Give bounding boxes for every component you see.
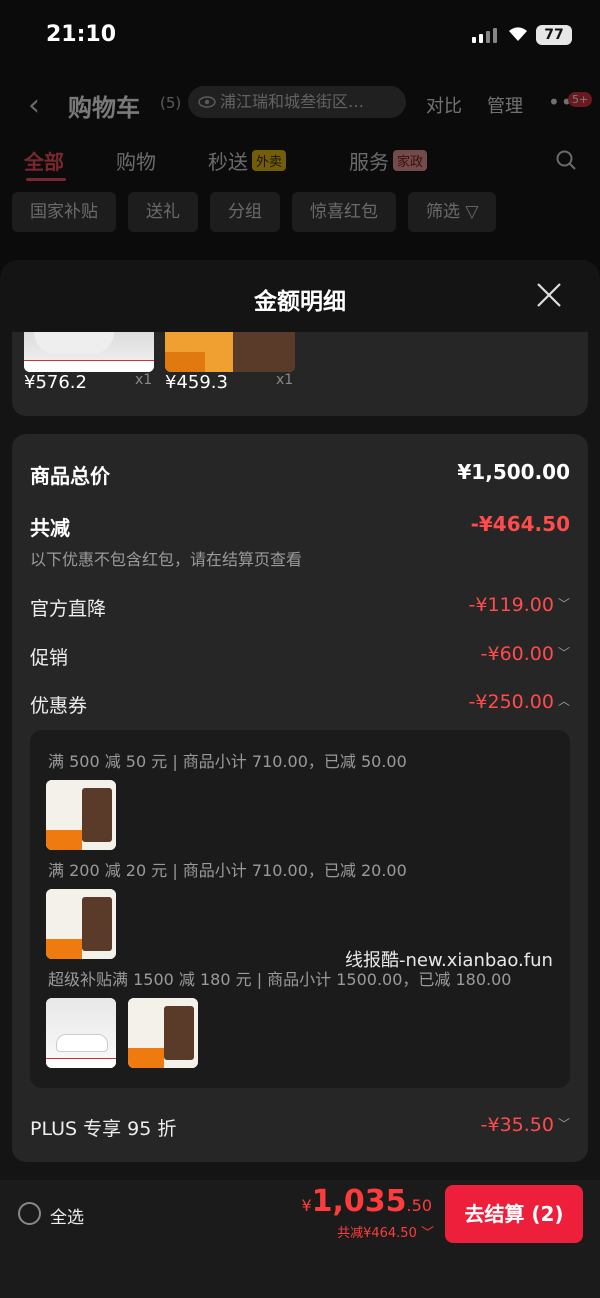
close-icon[interactable] [536,282,562,308]
search-icon[interactable] [556,150,576,170]
coupon-line: 满 500 减 50 元 | 商品小计 710.00，已减 50.00 [48,752,407,771]
total-discount-value: -¥464.50 [470,512,570,536]
active-tab-indicator [26,178,66,181]
coupon-details: 满 500 减 50 元 | 商品小计 710.00，已减 50.00 满 20… [30,730,570,1088]
coupon-label: 优惠券 [30,695,88,717]
tab-instant-delivery[interactable]: 秒送 外卖 [208,146,287,175]
product-price: ¥576.2 [24,372,87,393]
checkout-button[interactable]: 去结算 (2) [445,1185,583,1243]
battery-icon: 77 [536,25,572,45]
product-qty: x1 [135,372,153,388]
total-price: ¥1,035.50 [301,1184,432,1219]
compare-button[interactable]: 对比 [426,92,462,118]
saved-amount[interactable]: 共减¥464.50 ﹀ [337,1222,434,1241]
cart-page-background: ‹ 购物车 (5) 浦江瑞和城叁街区… 对比 管理 ••• 5+ 全部 购物 秒… [0,70,600,260]
address-text: 浦江瑞和城叁街区… [220,92,365,111]
plus-discount-label: PLUS 专享 95 折 [30,1118,177,1140]
coupon-product-thumbnail[interactable] [46,780,116,850]
filter-chips: 国家补贴 送礼 分组 惊喜红包 筛选 ▽ [12,192,497,232]
promotion-label: 促销 [30,647,69,669]
subtotal-label: 商品总价 [30,464,110,488]
takeout-tag: 外卖 [252,150,287,171]
location-icon [198,96,216,108]
coupon-product-thumbnail[interactable] [46,998,116,1068]
wifi-icon [509,27,527,41]
cart-header: ‹ 购物车 (5) 浦江瑞和城叁街区… 对比 管理 ••• 5+ [0,84,600,124]
filter-gift[interactable]: 送礼 [128,192,198,232]
official-discount-label: 官方直降 [30,598,107,620]
cart-tabs: 全部 购物 秒送 外卖 服务 家政 [0,146,600,182]
price-breakdown-card: 商品总价 ¥1,500.00 共减 -¥464.50 以下优惠不包含红包，请在结… [12,434,588,1162]
watermark: 线报酷-new.xianbao.fun [345,950,553,971]
cellular-signal-icon [472,28,497,43]
coupon-product-thumbnail[interactable] [128,998,198,1068]
coupon-line: 满 200 减 20 元 | 商品小计 710.00，已减 20.00 [48,861,407,880]
filter-red-packet[interactable]: 惊喜红包 [292,192,396,232]
filter-button[interactable]: 筛选 ▽ [408,192,497,232]
sheet-title: 金额明细 [254,289,346,315]
back-icon[interactable]: ‹ [28,88,40,123]
official-discount-value: -¥119.00 ﹀ [468,594,570,616]
chevron-down-icon: ﹀ [557,646,570,660]
manage-button[interactable]: 管理 [487,92,523,118]
promotion-value: -¥60.00 ﹀ [480,643,570,665]
discount-note: 以下优惠不包含红包，请在结算页查看 [30,550,303,569]
coupon-value: -¥250.00 ︿ [468,691,570,713]
select-all-checkbox[interactable] [18,1202,41,1225]
more-badge: 5+ [568,92,593,107]
tab-shopping[interactable]: 购物 [116,146,156,175]
page-title: 购物车 [68,94,140,122]
filter-group[interactable]: 分组 [210,192,280,232]
total-discount-label: 共减 [30,516,70,540]
coupon-product-thumbnail[interactable] [46,889,116,959]
product-qty: x1 [276,372,294,388]
product-strip: ¥576.2 x1 ¥459.3 x1 [12,332,588,416]
product-thumbnail[interactable] [24,332,154,372]
housekeeping-tag: 家政 [393,150,428,171]
plus-discount-value: -¥35.50 ﹀ [480,1114,570,1136]
chevron-up-icon: ︿ [557,694,570,708]
checkout-bar: 全选 ¥1,035.50 共减¥464.50 ﹀ 去结算 (2) [0,1180,600,1298]
chevron-down-icon: ﹀ [557,597,570,611]
status-bar: 21:10 77 [0,0,600,70]
clock: 21:10 [46,22,117,47]
product-price: ¥459.3 [165,372,228,393]
select-all-label[interactable]: 全选 [50,1203,84,1228]
chevron-down-icon: ﹀ [557,1117,570,1131]
tab-services[interactable]: 服务 家政 [349,146,428,175]
product-thumbnail[interactable] [165,332,295,372]
tab-all[interactable]: 全部 [24,146,64,175]
cart-count: (5) [160,94,182,112]
subtotal-value: ¥1,500.00 [457,460,570,484]
address-selector[interactable]: 浦江瑞和城叁街区… [188,86,406,118]
filter-national-subsidy[interactable]: 国家补贴 [12,192,116,232]
